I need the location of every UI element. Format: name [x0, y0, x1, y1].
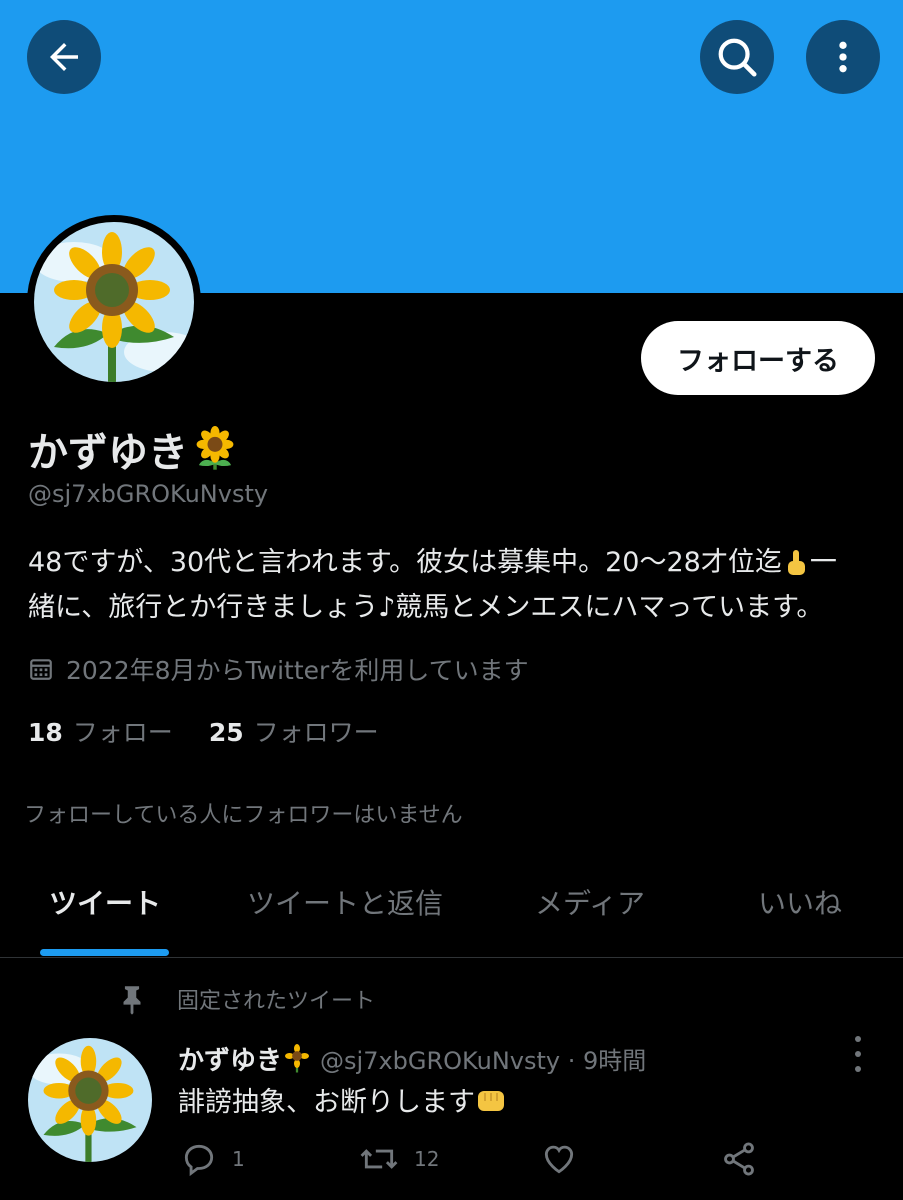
pinned-label: 固定されたツイート — [115, 982, 375, 1016]
bio-line-1-end: 一 — [809, 547, 837, 578]
following-count: 18 — [28, 718, 63, 747]
sunflower-emoji — [196, 426, 234, 470]
sunflower-avatar — [34, 222, 194, 382]
followers-count: 25 — [208, 718, 244, 747]
tweet-header: かずゆき @sj7xbGROKuNvsty · 9時間 — [178, 1040, 646, 1077]
followers-link[interactable]: 25 フォロワー — [209, 713, 379, 749]
calendar-icon — [30, 659, 52, 680]
joined-date: 2022年8月からTwitterを利用しています — [28, 651, 529, 687]
pin-icon — [123, 986, 141, 1015]
tweet-text: 誹謗抽象、お断りします — [178, 1080, 507, 1119]
profile-handle: @sj7xbGROKuNvsty — [28, 480, 269, 508]
reply-icon — [184, 1144, 214, 1177]
arrow-left-icon — [50, 43, 78, 71]
follow-button[interactable]: フォローする — [641, 321, 875, 395]
active-tab-indicator — [40, 949, 169, 956]
tweet-actions: 1 12 — [0, 1140, 903, 1180]
share-button[interactable] — [720, 1140, 758, 1178]
sunflower-emoji — [285, 1043, 310, 1072]
like-button[interactable] — [540, 1140, 578, 1178]
profile-avatar[interactable] — [27, 215, 201, 389]
display-name: かずゆき — [28, 420, 238, 478]
profile-tabs: ツイート ツイートと返信 メディア いいね — [0, 860, 903, 958]
more-options-button[interactable] — [806, 20, 880, 94]
retweet-count: 12 — [414, 1147, 440, 1171]
following-label: フォロー — [72, 718, 173, 747]
more-vertical-icon — [839, 41, 847, 73]
back-button[interactable] — [27, 20, 101, 94]
bio-line-2: 緒に、旅行とか行きましょう♪競馬とメンエスにハマっています。 — [28, 592, 824, 623]
fist-emoji — [478, 1090, 504, 1111]
pinned-label-text: 固定されたツイート — [177, 989, 376, 1014]
retweet-button[interactable]: 12 — [358, 1140, 439, 1178]
bio-line-1-text: 48ですが、30代と言われます。彼女は募集中。20〜28才位迄 — [28, 547, 782, 578]
tab-likes[interactable]: いいね — [700, 860, 900, 957]
tweet-author-name[interactable]: かずゆき — [178, 1040, 282, 1077]
mutual-followers-note: フォローしている人にフォロワーはいません — [24, 803, 463, 828]
search-button[interactable] — [700, 20, 774, 94]
following-link[interactable]: 18 フォロー — [28, 713, 173, 749]
reply-button[interactable]: 1 — [180, 1140, 245, 1178]
tweet-handle-time: @sj7xbGROKuNvsty · 9時間 — [320, 1047, 647, 1075]
profile-bio: 48ですが、30代と言われます。彼女は募集中。20〜28才位迄 一 緒に、旅行と… — [28, 540, 873, 630]
like-icon — [544, 1145, 574, 1174]
display-name-text: かずゆき — [28, 430, 188, 476]
tab-tweets[interactable]: ツイート — [0, 860, 210, 957]
retweet-icon — [360, 1149, 398, 1169]
follow-counts: 18 フォロー 25 フォロワー — [28, 713, 379, 749]
tweet-more-button[interactable] — [848, 1036, 868, 1072]
search-icon — [718, 38, 757, 77]
tweet-text-content: 誹謗抽象、お断りします — [178, 1087, 475, 1118]
reply-count: 1 — [232, 1147, 245, 1171]
followers-label: フォロワー — [253, 718, 379, 747]
bio-line-1: 48ですが、30代と言われます。彼女は募集中。20〜28才位迄 一 — [28, 540, 873, 585]
tab-media[interactable]: メディア — [480, 860, 700, 957]
joined-text: 2022年8月からTwitterを利用しています — [66, 656, 529, 685]
share-icon — [724, 1142, 754, 1176]
tab-tweets-replies[interactable]: ツイートと返信 — [210, 860, 480, 957]
pointing-up-emoji — [787, 549, 805, 575]
